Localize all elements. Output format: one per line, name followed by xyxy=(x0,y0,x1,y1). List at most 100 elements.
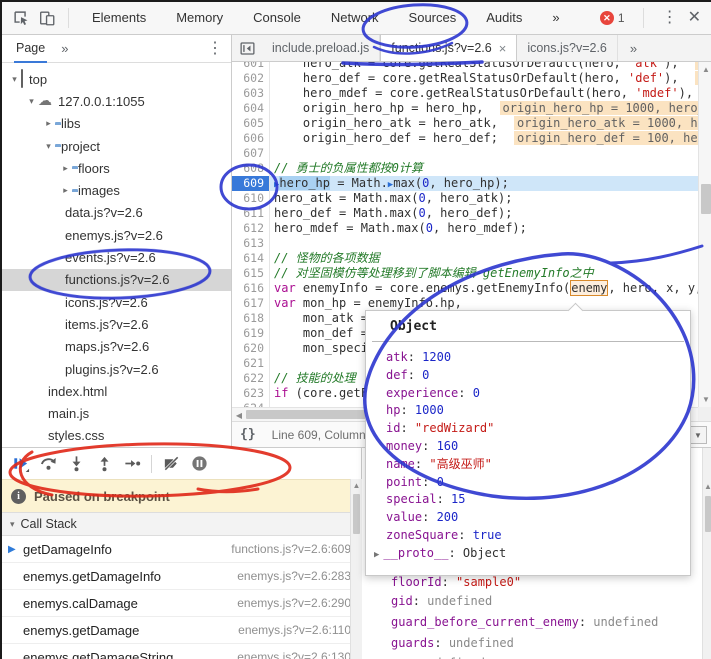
gutter-line-614[interactable]: 614 xyxy=(232,251,269,266)
step-out-button[interactable] xyxy=(90,451,118,477)
call-stack-frame-enemys-getdamage[interactable]: enemys.getDamageenemys.js?v=2.6:110 xyxy=(2,617,361,644)
toolbar-tab-sources[interactable]: Sources xyxy=(394,2,472,34)
gutter-line-621[interactable]: 621 xyxy=(232,356,269,371)
scrollbar-thumb[interactable] xyxy=(353,494,360,534)
chevron-down-icon[interactable]: ▾ xyxy=(8,74,21,85)
scope-panel-scrollbar[interactable]: ▲ xyxy=(702,448,711,659)
gutter-line-616[interactable]: 616 xyxy=(232,281,269,296)
call-stack-frame-getdamageinfo[interactable]: ▶getDamageInfofunctions.js?v=2.6:609 xyxy=(2,536,361,563)
device-toolbar-icon[interactable] xyxy=(34,6,60,30)
tree-item-index-html[interactable]: index.html xyxy=(2,380,231,402)
tree-item-plugins-js-v-2-6[interactable]: plugins.js?v=2.6 xyxy=(2,358,231,380)
popup-property-id[interactable]: id: "redWizard" xyxy=(386,420,690,438)
popup-property-special[interactable]: special: 15 xyxy=(386,491,690,509)
tab-page[interactable]: Page xyxy=(14,35,47,63)
popup-property-value[interactable]: value: 200 xyxy=(386,509,690,527)
call-stack-frame-enemys-getdamageinfo[interactable]: enemys.getDamageInfoenemys.js?v=2.6:283 xyxy=(2,563,361,590)
gutter-line-619[interactable]: 619 xyxy=(232,326,269,341)
gutter-line-601[interactable]: 601 xyxy=(232,62,269,71)
chevron-right-icon[interactable]: ▶ xyxy=(374,550,379,560)
scope-variable-floorid[interactable]: floorId: "sample0" xyxy=(391,574,521,590)
code-line-607[interactable] xyxy=(274,146,698,161)
gutter-line-623[interactable]: 623 xyxy=(232,386,269,401)
toolbar-tab-elements[interactable]: Elements xyxy=(77,2,161,34)
call-stack-frame-enemys-getdamagestring[interactable]: enemys.getDamageStringenemys.js?v=2.6:13… xyxy=(2,644,361,659)
debugger-panel-scrollbar[interactable]: ▲ xyxy=(350,479,362,659)
gutter-line-615[interactable]: 615 xyxy=(232,266,269,281)
close-tab-icon[interactable]: × xyxy=(499,41,507,56)
tree-item-functions-js-v-2-6[interactable]: functions.js?v=2.6 xyxy=(2,269,231,291)
error-badge[interactable]: ✕ 1 xyxy=(600,11,625,25)
tree-item-enemys-js-v-2-6[interactable]: enemys.js?v=2.6 xyxy=(2,224,231,246)
popup-property-def[interactable]: def: 0 xyxy=(386,367,690,385)
code-line-613[interactable] xyxy=(274,236,698,251)
call-stack-header[interactable]: ▾ Call Stack xyxy=(2,512,361,536)
code-line-601[interactable]: hero_atk = core.getRealStatusOrDefault(h… xyxy=(274,62,698,71)
gutter-line-606[interactable]: 606 xyxy=(232,131,269,146)
scope-variable-gx[interactable]: gx: undefined xyxy=(391,655,485,659)
gutter-line-603[interactable]: 603 xyxy=(232,86,269,101)
gutter-line-610[interactable]: 610 xyxy=(232,191,269,206)
code-line-615[interactable]: // 对坚固模仿等处理移到了脚本编辑-getEnemyInfo之中 xyxy=(274,266,698,281)
gutter-line-602[interactable]: 602 xyxy=(232,71,269,86)
popup-property-zonesquare[interactable]: zoneSquare: true xyxy=(386,527,690,545)
inspect-element-icon[interactable] xyxy=(8,6,34,30)
popup-property-hp[interactable]: hp: 1000 xyxy=(386,402,690,420)
gutter-line-608[interactable]: 608 xyxy=(232,161,269,176)
chevron-down-icon[interactable]: ▾ xyxy=(10,519,15,530)
gutter-line-622[interactable]: 622 xyxy=(232,371,269,386)
tree-item-events-js-v-2-6[interactable]: events.js?v=2.6 xyxy=(2,246,231,268)
tree-item-top[interactable]: ▾top xyxy=(2,68,231,90)
code-line-609[interactable]: ▶hero_hp = Math.▶max(0, hero_hp); xyxy=(274,176,698,191)
gutter-line-612[interactable]: 612 xyxy=(232,221,269,236)
navigator-overflow[interactable]: » xyxy=(61,41,68,56)
chevron-down-icon[interactable]: ▾ xyxy=(25,96,38,107)
resume-button[interactable] xyxy=(6,451,34,477)
code-line-614[interactable]: // 怪物的各项数据 xyxy=(274,251,698,266)
editor-vertical-scrollbar[interactable]: ▲ ▼ xyxy=(698,62,711,407)
chevron-right-icon[interactable]: ▸ xyxy=(59,185,72,196)
scroll-up-icon[interactable]: ▲ xyxy=(351,481,362,490)
code-line-608[interactable]: // 勇士的负属性都按0计算 xyxy=(274,161,698,176)
code-line-603[interactable]: hero_mdef = core.getRealStatusOrDefault(… xyxy=(274,86,698,101)
chevron-down-icon[interactable]: ▼ xyxy=(689,426,707,444)
tree-item-items-js-v-2-6[interactable]: items.js?v=2.6 xyxy=(2,313,231,335)
toolbar-overflow[interactable]: » xyxy=(537,2,574,34)
tree-item-data-js-v-2-6[interactable]: data.js?v=2.6 xyxy=(2,202,231,224)
deactivate-breakpoints-button[interactable] xyxy=(157,451,185,477)
tree-item-floors[interactable]: ▸floors xyxy=(2,157,231,179)
scroll-up-icon[interactable]: ▲ xyxy=(703,482,711,491)
scope-variable-gid[interactable]: gid: undefined xyxy=(391,593,492,609)
gutter-line-604[interactable]: 604 xyxy=(232,101,269,116)
gutter-line-620[interactable]: 620 xyxy=(232,341,269,356)
kebab-menu-icon[interactable]: ⋮ xyxy=(662,10,678,26)
code-line-617[interactable]: var mon_hp = enemyInfo.hp, xyxy=(274,296,698,311)
code-line-604[interactable]: origin_hero_hp = hero_hp,origin_hero_hp … xyxy=(274,101,698,116)
popup-property-point[interactable]: point: 0 xyxy=(386,474,690,492)
gutter-line-605[interactable]: 605 xyxy=(232,116,269,131)
gutter-line-611[interactable]: 611 xyxy=(232,206,269,221)
gutter-line-617[interactable]: 617 xyxy=(232,296,269,311)
tree-item-main-js[interactable]: main.js xyxy=(2,402,231,424)
popup-property-experience[interactable]: experience: 0 xyxy=(386,385,690,403)
toolbar-tab-memory[interactable]: Memory xyxy=(161,2,238,34)
popup-property-atk[interactable]: atk: 1200 xyxy=(386,349,690,367)
scrollbar-thumb[interactable] xyxy=(701,184,711,214)
pause-on-exceptions-button[interactable] xyxy=(185,451,213,477)
pretty-print-icon[interactable]: {} xyxy=(240,427,256,442)
gutter-line-613[interactable]: 613 xyxy=(232,236,269,251)
tree-item-libs[interactable]: ▸libs xyxy=(2,113,231,135)
code-line-616[interactable]: var enemyInfo = core.enemys.getEnemyInfo… xyxy=(274,281,698,296)
gutter-line-607[interactable]: 607 xyxy=(232,146,269,161)
toolbar-tab-console[interactable]: Console xyxy=(238,2,316,34)
code-line-612[interactable]: hero_mdef = Math.max(0, hero_mdef); xyxy=(274,221,698,236)
code-line-610[interactable]: hero_atk = Math.max(0, hero_atk); xyxy=(274,191,698,206)
toolbar-tab-network[interactable]: Network xyxy=(316,2,394,34)
scope-variable-guards[interactable]: guards: undefined xyxy=(391,635,514,651)
tree-item-icons-js-v-2-6[interactable]: icons.js?v=2.6 xyxy=(2,291,231,313)
tree-item-styles-css[interactable]: styles.css xyxy=(2,425,231,447)
scroll-up-icon[interactable]: ▲ xyxy=(699,65,711,74)
navigator-kebab-icon[interactable]: ⋮ xyxy=(207,41,223,57)
scrollbar-thumb[interactable] xyxy=(705,496,711,532)
step-over-button[interactable] xyxy=(34,451,62,477)
